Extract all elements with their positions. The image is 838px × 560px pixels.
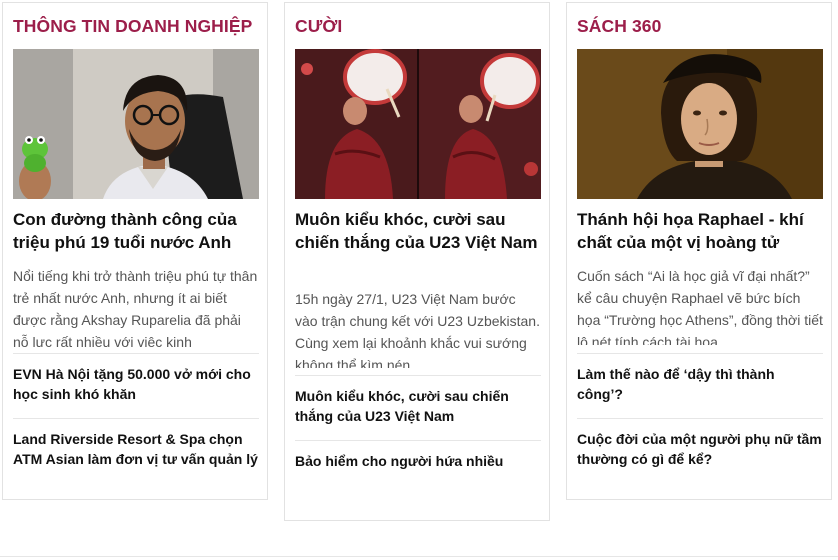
article-thumbnail[interactable]	[295, 49, 541, 199]
page-bottom-divider	[0, 556, 838, 557]
related-article-link[interactable]: Làm thế nào để ‘dậy thì thành công’?	[577, 364, 823, 404]
divider	[295, 440, 541, 441]
divider	[13, 353, 259, 354]
news-column-business: THÔNG TIN DOANH NGHIỆP Con đường thành c…	[2, 2, 268, 500]
related-article-link[interactable]: EVN Hà Nội tặng 50.000 vở mới cho học si…	[13, 364, 259, 404]
news-column-books: SÁCH 360 Thánh hội họa Raphael - khí chấ…	[566, 2, 832, 500]
section-title[interactable]: THÔNG TIN DOANH NGHIỆP	[13, 15, 252, 37]
section-title[interactable]: SÁCH 360	[577, 15, 661, 37]
divider	[295, 375, 541, 376]
related-article-link[interactable]: Cuộc đời của một người phụ nữ tầm thường…	[577, 429, 823, 469]
divider	[13, 418, 259, 419]
news-column-laugh: CƯỜI Muôn kiểu khóc, cười sau chiến thắn…	[284, 2, 550, 521]
article-summary: Nổi tiếng khi trở thành triệu phú tự thâ…	[13, 268, 258, 347]
divider	[577, 418, 823, 419]
article-headline[interactable]: Con đường thành công của triệu phú 19 tu…	[13, 208, 259, 254]
related-article-link[interactable]: Muôn kiểu khóc, cười sau chiến thắng của…	[295, 386, 541, 426]
related-article-link[interactable]: Bảo hiểm cho người hứa nhiều	[295, 451, 541, 491]
article-headline[interactable]: Muôn kiểu khóc, cười sau chiến thắng của…	[295, 208, 541, 254]
article-summary: 15h ngày 27/1, U23 Việt Nam bước vào trậ…	[295, 291, 540, 368]
article-summary: Cuốn sách “Ai là học giả vĩ đại nhất?” k…	[577, 268, 823, 345]
divider	[577, 353, 823, 354]
article-headline[interactable]: Thánh hội họa Raphael - khí chất của một…	[577, 208, 823, 254]
article-thumbnail[interactable]	[577, 49, 823, 199]
section-title[interactable]: CƯỜI	[295, 15, 342, 37]
related-article-link[interactable]: Land Riverside Resort & Spa chọn ATM Asi…	[13, 429, 259, 479]
article-thumbnail[interactable]	[13, 49, 259, 199]
